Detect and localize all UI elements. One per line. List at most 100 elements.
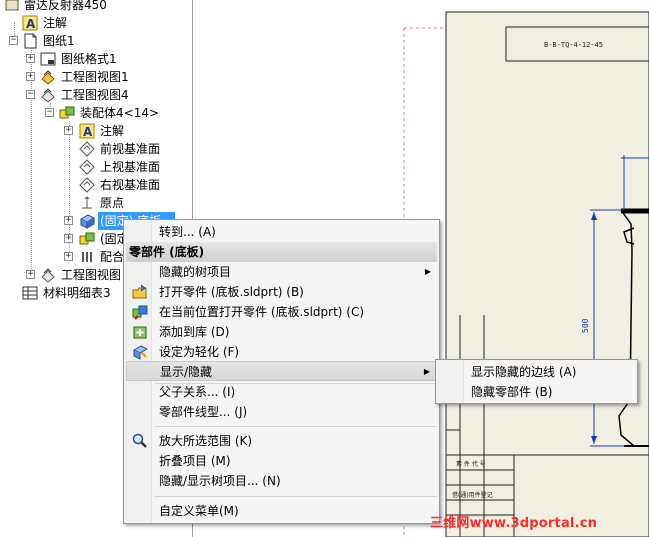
expand-toggle[interactable]: + <box>64 216 73 225</box>
tree-item-sheet-format[interactable]: + 图纸格式1 <box>0 50 192 68</box>
show-hide-submenu: 显示隐藏的边线 (A) 隐藏零部件 (B) <box>435 359 638 404</box>
expand-toggle[interactable]: + <box>64 126 73 135</box>
title-code: B-B-TQ-4-12-45 <box>544 41 603 49</box>
origin-icon <box>82 196 92 209</box>
tree-item-label: 图纸格式1 <box>61 52 117 66</box>
svg-text:A: A <box>26 17 36 31</box>
collapse-toggle[interactable]: − <box>45 108 54 117</box>
drawing-view-icon <box>41 268 55 283</box>
tree-item-top-plane[interactable]: 上视基准面 <box>0 158 192 176</box>
menu-item-hide-component[interactable]: 隐藏零部件 (B) <box>438 382 635 402</box>
collapse-toggle[interactable]: − <box>26 90 35 99</box>
menu-item-label: 打开零件 (底板.sldprt) (B) <box>159 285 304 299</box>
part-icon <box>79 214 95 229</box>
assembly-icon <box>59 106 75 119</box>
menu-header-component: 零部件 (底板) <box>126 242 437 262</box>
table-text-1: 素 件 代 号 <box>456 460 486 468</box>
tree-item-label: 工程图视图1 <box>61 70 129 84</box>
plane-icon <box>79 159 95 175</box>
menu-item-hidden-tree-items[interactable]: 隐藏的树项目 ▶ <box>126 262 437 282</box>
menu-item-add-to-library[interactable]: 添加到库 (D) <box>126 322 437 342</box>
lightweight-icon <box>132 345 148 360</box>
menu-item-show-hidden-edges[interactable]: 显示隐藏的边线 (A) <box>438 362 635 382</box>
expand-toggle[interactable]: + <box>64 252 73 261</box>
submenu-arrow-icon: ▶ <box>423 367 430 376</box>
menu-item-label: 设定为轻化 (F) <box>159 345 240 359</box>
tree-item-label: 上视基准面 <box>100 160 161 174</box>
menu-item-label: 折叠项目 (M) <box>159 454 231 468</box>
menu-item-label: 添加到库 (D) <box>159 325 230 339</box>
expand-toggle[interactable]: + <box>64 234 73 243</box>
tree-item-drawing-view1[interactable]: + 工程图视图1 <box>0 68 192 86</box>
menu-item-parent-child[interactable]: 父子关系... (I) <box>126 382 437 402</box>
plane-icon <box>79 141 95 157</box>
menu-item-set-lightweight[interactable]: 设定为轻化 (F) <box>126 342 437 362</box>
drawing-view-icon <box>41 70 55 85</box>
menu-item-collapse-items[interactable]: 折叠项目 (M) <box>126 451 437 471</box>
plane-icon <box>79 177 95 193</box>
menu-item-customize-menu[interactable]: 自定义菜单(M) <box>126 501 437 521</box>
context-menu: 转到... (A) 零部件 (底板) 隐藏的树项目 ▶ 打开零件 (底板.sld… <box>123 219 440 524</box>
menu-item-show-hide[interactable]: 显示/隐藏 ▶ <box>126 361 437 381</box>
menu-item-label: 父子关系... (I) <box>159 385 236 399</box>
menu-item-label: 转到... (A) <box>159 225 216 239</box>
site-watermark: 三维网www.3dportal.cn <box>430 516 598 531</box>
menu-item-open-part[interactable]: 打开零件 (底板.sldprt) (B) <box>126 282 437 302</box>
dimension-value: 500 <box>581 318 590 333</box>
add-to-library-icon <box>133 326 147 339</box>
menu-item-label: 隐藏零部件 (B) <box>471 385 553 399</box>
tree-item-label: 注解 <box>43 16 68 30</box>
menu-item-label: 显示隐藏的边线 (A) <box>471 365 577 379</box>
expand-toggle[interactable]: + <box>26 72 35 81</box>
menu-item-label: 显示/隐藏 <box>160 365 213 379</box>
svg-text:A: A <box>83 125 93 139</box>
open-part-icon <box>132 284 147 299</box>
tree-item-front-plane[interactable]: 前视基准面 <box>0 140 192 158</box>
tree-item-label: 原点 <box>100 196 125 210</box>
table-text-2: 借(通)用件登记 <box>452 491 493 499</box>
annotation-icon: A <box>79 123 95 139</box>
expand-toggle[interactable]: + <box>26 54 35 63</box>
bom-icon <box>22 286 38 300</box>
tree-item-label: 工程图视图4 <box>61 88 129 102</box>
tree-item-label: 前视基准面 <box>100 142 161 156</box>
menu-separator <box>155 426 437 427</box>
sheet-icon <box>24 33 37 49</box>
tree-item-label: 材料明细表3 <box>43 286 111 300</box>
tree-item-right-plane[interactable]: 右视基准面 <box>0 176 192 194</box>
tree-item-label: 图纸1 <box>43 34 75 48</box>
menu-item-label: 在当前位置打开零件 (底板.sldprt) (C) <box>159 305 365 319</box>
menu-item-hide-show-tree-items[interactable]: 隐藏/显示树项目... (N) <box>126 471 437 491</box>
zoom-icon <box>132 433 147 448</box>
collapse-toggle[interactable]: − <box>9 36 18 45</box>
tree-item-label: 装配体4<14> <box>80 106 160 120</box>
open-in-place-icon <box>132 305 148 320</box>
tree-item-drawing-view4[interactable]: − 工程图视图4 <box>0 86 192 104</box>
drawing-view-icon <box>41 88 55 103</box>
tree-item-label: 右视基准面 <box>100 178 161 192</box>
tree-item-annotations[interactable]: A 注解 <box>0 14 192 32</box>
tree-item-label: 注解 <box>100 124 125 138</box>
expand-toggle[interactable]: + <box>26 270 35 279</box>
tree-item-assembly-annotations[interactable]: + A 注解 <box>0 122 192 140</box>
tree-item-root[interactable]: 雷达反射器450 <box>0 0 192 14</box>
menu-item-label: 零部件线型... (J) <box>159 405 248 419</box>
menu-item-goto[interactable]: 转到... (A) <box>126 222 437 242</box>
mates-icon <box>82 252 92 262</box>
tree-item-label: 工程图视图 <box>61 268 122 282</box>
menu-item-label: 自定义菜单(M) <box>159 504 239 518</box>
tree-item-sheet1[interactable]: − 图纸1 <box>0 32 192 50</box>
tree-item-label: 雷达反射器450 <box>24 0 107 12</box>
menu-item-label: 隐藏的树项目 <box>159 265 232 279</box>
menu-header-label: 零部件 (底板) <box>129 245 205 259</box>
menu-item-component-line-font[interactable]: 零部件线型... (J) <box>126 402 437 422</box>
menu-separator <box>155 496 437 497</box>
tree-item-origin[interactable]: 原点 <box>0 194 192 212</box>
tree-item-label: 配合 <box>100 250 125 264</box>
tree-item-assembly4[interactable]: − 装配体4<14> <box>0 104 192 122</box>
part-icon <box>79 232 95 245</box>
menu-item-open-part-in-place[interactable]: 在当前位置打开零件 (底板.sldprt) (C) <box>126 302 437 322</box>
annotation-icon: A <box>22 15 38 31</box>
menu-item-zoom-to-selection[interactable]: 放大所选范围 (K) <box>126 431 437 451</box>
sheet-format-icon <box>40 52 56 66</box>
